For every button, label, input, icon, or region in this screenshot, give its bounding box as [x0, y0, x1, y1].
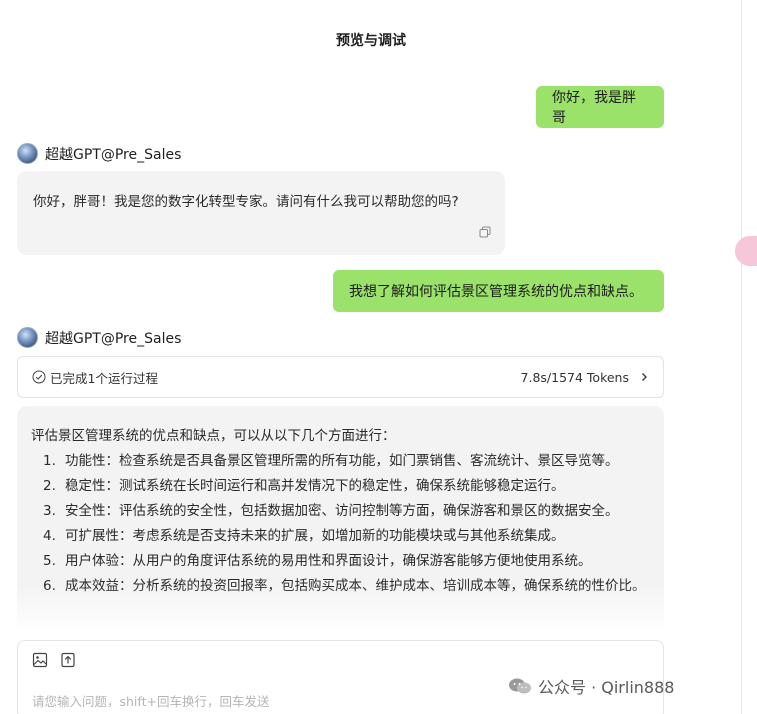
answer-list: 1. 功能性：检查系统是否具备景区管理所需的所有功能，如门票销售、客流统计、景区导… [31, 453, 650, 594]
input-toolbar [32, 652, 76, 668]
wechat-icon [509, 678, 531, 694]
item-text: 可扩展性：考虑系统是否支持未来的扩展，如增加新的功能模块或与其他系统集成。 [65, 528, 565, 544]
upload-icon[interactable] [60, 652, 76, 668]
check-circle-icon [32, 370, 46, 384]
list-item: 4. 可扩展性：考虑系统是否支持未来的扩展，如增加新的功能模块或与其他系统集成。 [31, 528, 650, 544]
item-number: 4. [43, 528, 56, 544]
bot-answer: 评估景区管理系统的优点和缺点，可以从以下几个方面进行： 1. 功能性：检查系统是否… [17, 406, 664, 630]
item-text: 用户体验：从用户的角度评估系统的易用性和界面设计，确保游客能够方便地使用系统。 [65, 553, 592, 569]
side-handle[interactable] [735, 236, 757, 266]
bot-name: 超越GPT@Pre_Sales [45, 146, 182, 163]
watermark: 公众号 · Qirlin888 [508, 674, 674, 698]
user-message: 你好，我是胖哥 [536, 86, 664, 128]
item-text: 稳定性：测试系统在长时间运行和高并发情况下的稳定性，确保系统能够稳定运行。 [65, 478, 565, 494]
list-item: 5. 用户体验：从用户的角度评估系统的易用性和界面设计，确保游客能够方便地使用系统… [31, 553, 650, 569]
bot-message: 你好，胖哥！我是您的数字化转型专家。请问有什么我可以帮助您的吗? [17, 171, 505, 255]
item-text: 安全性：评估系统的安全性，包括数据加密、访问控制等方面，确保游客和景区的数据安全… [65, 503, 619, 519]
fade-overlay [17, 586, 664, 630]
copy-icon[interactable] [479, 226, 491, 238]
item-number: 2. [43, 478, 56, 494]
watermark-text: 公众号 · Qirlin888 [538, 678, 675, 697]
list-item: 2. 稳定性：测试系统在长时间运行和高并发情况下的稳定性，确保系统能够稳定运行。 [31, 478, 650, 494]
list-item: 1. 功能性：检查系统是否具备景区管理所需的所有功能，如门票销售、客流统计、景区导… [31, 453, 650, 469]
item-text: 功能性：检查系统是否具备景区管理所需的所有功能，如门票销售、客流统计、景区导览等… [65, 453, 619, 469]
image-icon[interactable] [32, 652, 48, 668]
user-message: 我想了解如何评估景区管理系统的优点和缺点。 [333, 270, 664, 312]
input-placeholder: 请您输入问题，shift+回车换行，回车发送 [32, 694, 270, 709]
item-number: 1. [43, 453, 56, 469]
item-number: 3. [43, 503, 56, 519]
bot-message-text: 你好，胖哥！我是您的数字化转型专家。请问有什么我可以帮助您的吗? [33, 194, 459, 210]
answer-intro: 评估景区管理系统的优点和缺点，可以从以下几个方面进行： [31, 428, 396, 444]
run-process-bar[interactable]: 已完成1个运行过程 7.8s/1574 Tokens [17, 356, 664, 398]
page-title: 预览与调试 [336, 33, 406, 49]
item-number: 5. [43, 553, 56, 569]
avatar [17, 327, 38, 348]
list-item: 3. 安全性：评估系统的安全性，包括数据加密、访问控制等方面，确保游客和景区的数据… [31, 503, 650, 519]
chat-panel: 预览与调试 你好，我是胖哥 超越GPT@Pre_Sales 你好，胖哥！我是您的… [0, 0, 742, 714]
chevron-right-icon[interactable] [639, 372, 649, 382]
bot-name: 超越GPT@Pre_Sales [45, 330, 182, 347]
bot-header: 超越GPT@Pre_Sales [17, 143, 181, 164]
run-process-label: 已完成1个运行过程 [50, 370, 158, 386]
run-tokens: 7.8s/1574 Tokens [520, 369, 629, 385]
avatar [17, 143, 38, 164]
bot-header: 超越GPT@Pre_Sales [17, 327, 181, 348]
